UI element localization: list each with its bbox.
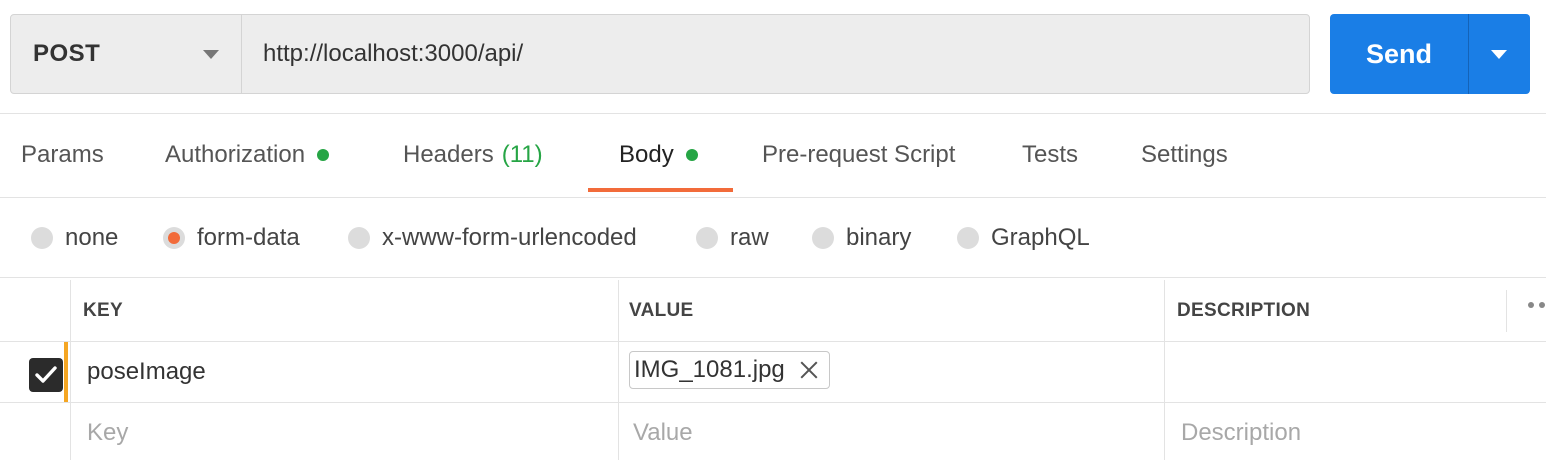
form-data-table: KEY VALUE DESCRIPTION poseImage IMG_1081… (0, 280, 1546, 460)
tab-label: Body (619, 141, 674, 168)
column-header-description: DESCRIPTION (1177, 300, 1311, 321)
tab-body[interactable]: Body (619, 114, 698, 196)
column-header-key: KEY (83, 300, 123, 321)
radio-label: GraphQL (991, 224, 1090, 251)
key-input[interactable]: Key (87, 403, 607, 460)
remove-file-icon[interactable] (799, 360, 819, 380)
send-button-group: Send (1330, 14, 1530, 94)
description-field[interactable] (1177, 342, 1537, 402)
request-tabs: Params Authorization Headers (11) Body P… (0, 114, 1546, 198)
radio-button[interactable] (31, 227, 53, 249)
radio-none[interactable]: none (31, 222, 118, 254)
column-divider (1506, 290, 1507, 332)
url-input[interactable]: http://localhost:3000/api/ (242, 15, 1309, 93)
tab-label: Authorization (165, 141, 306, 168)
radio-graphql[interactable]: GraphQL (957, 222, 1090, 254)
radio-label: none (65, 224, 119, 251)
active-tab-indicator (588, 188, 733, 192)
file-name: IMG_1081.jpg (634, 356, 785, 383)
radio-raw[interactable]: raw (696, 222, 769, 254)
tab-authorization[interactable]: Authorization (165, 114, 330, 196)
status-dot-icon (685, 149, 698, 161)
column-divider (1164, 280, 1165, 460)
file-chip: IMG_1081.jpg (629, 351, 830, 389)
send-options-caret-icon (1491, 50, 1507, 59)
radio-button[interactable] (696, 227, 718, 249)
tab-label: Headers (403, 141, 494, 168)
tab-pre-request-script[interactable]: Pre-request Script (762, 114, 955, 196)
radio-button[interactable] (812, 227, 834, 249)
tab-label: Tests (1022, 141, 1079, 168)
tab-count: (11) (501, 141, 543, 168)
request-bar: POST http://localhost:3000/api/ Send (0, 0, 1546, 114)
method-label: POST (33, 40, 101, 67)
tab-params[interactable]: Params (21, 114, 104, 196)
body-type-selector: none form-data x-www-form-urlencoded raw… (0, 198, 1546, 278)
send-button[interactable]: Send (1330, 14, 1468, 94)
checkmark-icon (35, 366, 57, 383)
radio-binary[interactable]: binary (812, 222, 911, 254)
tab-label: Settings (1141, 141, 1228, 168)
column-divider (70, 280, 71, 460)
radio-button-checked[interactable] (163, 227, 185, 249)
row-enabled-checkbox[interactable] (29, 358, 63, 392)
tab-headers[interactable]: Headers (11) (403, 114, 543, 196)
description-input[interactable]: Description (1181, 403, 1541, 460)
tab-settings[interactable]: Settings (1141, 114, 1228, 196)
value-input[interactable]: Value (633, 403, 1153, 460)
method-url-group: POST http://localhost:3000/api/ (10, 14, 1310, 94)
column-header-value: VALUE (629, 300, 694, 321)
radio-x-www-form-urlencoded[interactable]: x-www-form-urlencoded (348, 222, 637, 254)
key-field[interactable]: poseImage (87, 342, 607, 402)
send-options-button[interactable] (1468, 14, 1530, 94)
status-dot-icon (317, 149, 330, 161)
row-marker (64, 342, 68, 402)
radio-button[interactable] (957, 227, 979, 249)
radio-form-data[interactable]: form-data (163, 222, 300, 254)
tab-label: Params (21, 141, 104, 168)
dropdown-caret-icon (203, 50, 219, 59)
radio-label: x-www-form-urlencoded (382, 224, 637, 251)
method-select[interactable]: POST (11, 15, 242, 93)
tab-tests[interactable]: Tests (1022, 114, 1078, 196)
column-divider (618, 280, 619, 460)
radio-button[interactable] (348, 227, 370, 249)
tab-label: Pre-request Script (762, 141, 956, 168)
more-options-icon[interactable] (1528, 302, 1545, 308)
radio-label: raw (730, 224, 769, 251)
radio-label: binary (846, 224, 912, 251)
radio-label: form-data (197, 224, 300, 251)
